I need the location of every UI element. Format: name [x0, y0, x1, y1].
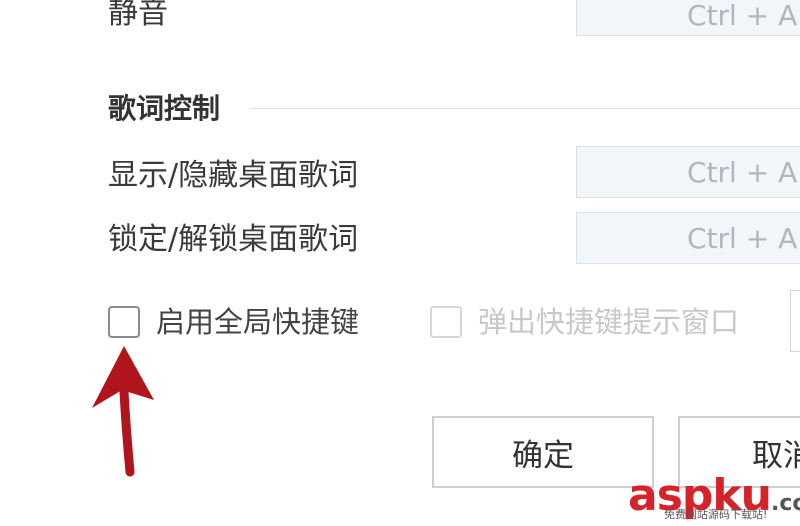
section-divider — [250, 108, 800, 109]
ok-button[interactable]: 确定 — [432, 416, 654, 488]
offscreen-control[interactable] — [790, 290, 800, 352]
annotation-arrow-icon — [92, 346, 154, 477]
toggle-desktop-lyrics-label: 显示/隐藏桌面歌词 — [108, 158, 359, 193]
watermark-domain: .com — [770, 491, 800, 516]
mute-label: 静音 — [108, 0, 168, 31]
lock-desktop-lyrics-label: 锁定/解锁桌面歌词 — [108, 222, 359, 257]
lyrics-control-section-title: 歌词控制 — [108, 92, 221, 125]
mute-hotkey-field[interactable]: Ctrl + A — [576, 0, 800, 36]
show-hotkey-popup-label[interactable]: 弹出快捷键提示窗口 — [478, 304, 739, 340]
toggle-desktop-lyrics-hotkey-field[interactable]: Ctrl + A — [576, 146, 800, 198]
enable-global-hotkeys-checkbox[interactable] — [108, 306, 140, 338]
show-hotkey-popup-checkbox[interactable] — [430, 306, 462, 338]
lock-desktop-lyrics-hotkey-field[interactable]: Ctrl + A — [576, 212, 800, 264]
watermark-tagline: 免费网站源码下载站! — [664, 508, 768, 521]
enable-global-hotkeys-label[interactable]: 启用全局快捷键 — [156, 304, 359, 340]
